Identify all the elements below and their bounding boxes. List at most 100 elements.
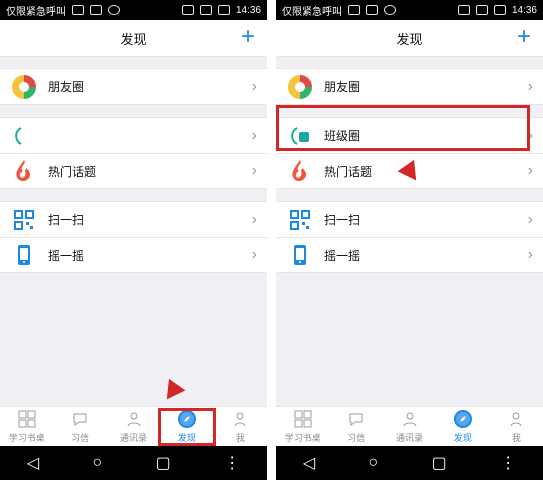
- group-3: 扫一扫 › 摇一摇 ›: [276, 201, 543, 273]
- tab-discover[interactable]: 发现: [436, 409, 489, 444]
- chevron-right-icon: ›: [251, 162, 257, 179]
- tab-label: 我: [511, 432, 521, 443]
- status-bar: 仅限紧急呼叫 14:36: [0, 0, 267, 20]
- page-title: 发现: [120, 31, 147, 47]
- status-left: 仅限紧急呼叫: [6, 3, 120, 18]
- add-button[interactable]: +: [241, 25, 255, 49]
- grid-icon: [294, 410, 312, 428]
- chevron-right-icon: ›: [527, 246, 533, 263]
- phone-shake-icon: [286, 241, 314, 269]
- moments-icon: [10, 73, 38, 101]
- notification-icon: [384, 5, 396, 15]
- person-icon: [401, 410, 419, 428]
- tab-contacts[interactable]: 通讯录: [383, 410, 436, 444]
- tab-study[interactable]: 学习书桌: [0, 410, 53, 444]
- chevron-right-icon: ›: [251, 77, 257, 95]
- screenshot-comparison: 仅限紧急呼叫 14:36 发现 + 朋友圈 › › 热门话题 › 扫一扫 › 摇…: [0, 0, 543, 480]
- tab-label: 习信: [71, 432, 90, 443]
- user-icon: [231, 410, 249, 428]
- qr-scan-icon: [286, 206, 314, 234]
- list-item[interactable]: 摇一摇 ›: [276, 237, 543, 272]
- group-1: 朋友圈 ›: [0, 68, 267, 105]
- android-nav-bar: ◁ ○ ▢ ⋮: [276, 446, 543, 480]
- tab-label: 习信: [347, 432, 366, 443]
- status-time: 14:36: [235, 4, 261, 16]
- android-nav-bar: ◁ ○ ▢ ⋮: [0, 446, 267, 480]
- tab-label: 通讯录: [120, 432, 148, 443]
- list-item-label: 朋友圈: [48, 80, 85, 94]
- moments-icon: [286, 73, 314, 101]
- tab-discover[interactable]: 发现: [158, 407, 217, 446]
- selection-box: [158, 407, 217, 446]
- list-item[interactable]: ›: [0, 118, 267, 153]
- bottom-tab-bar: 学习书桌 习信 通讯录 发现 我: [0, 406, 267, 446]
- carrier-text: 仅限紧急呼叫: [6, 6, 66, 18]
- list-item-label: 扫一扫: [324, 213, 361, 227]
- loading-icon: [10, 122, 38, 150]
- list-item-label: 班级圈: [324, 129, 361, 143]
- qr-scan-icon: [10, 206, 38, 234]
- list-item-label: 摇一摇: [48, 248, 85, 263]
- group-3: 扫一扫 › 摇一摇 ›: [0, 201, 267, 273]
- notification-icon: [90, 5, 102, 15]
- tab-messages[interactable]: 习信: [53, 410, 106, 444]
- status-right: 14:36: [457, 4, 537, 16]
- tab-study[interactable]: 学习书桌: [276, 410, 329, 444]
- fire-icon: [286, 157, 314, 185]
- fire-icon: [10, 157, 38, 185]
- list-item[interactable]: 朋友圈 ›: [0, 69, 267, 104]
- home-icon[interactable]: ○: [93, 454, 103, 472]
- tab-contacts[interactable]: 通讯录: [107, 410, 160, 444]
- notification-icon: [348, 5, 360, 15]
- list-item-label: 摇一摇: [324, 248, 361, 263]
- more-icon[interactable]: ⋮: [224, 453, 240, 473]
- list-item-label: 热门话题: [324, 164, 373, 179]
- status-right: 14:36: [181, 4, 261, 16]
- grid-icon: [18, 410, 36, 428]
- tab-messages[interactable]: 习信: [329, 410, 382, 444]
- top-app-bar: 发现 +: [0, 20, 267, 57]
- add-button[interactable]: +: [517, 25, 531, 49]
- battery-icon: [217, 5, 230, 15]
- back-icon[interactable]: ◁: [303, 453, 315, 473]
- page-title: 发现: [396, 31, 423, 47]
- group-1: 朋友圈 ›: [276, 68, 543, 105]
- class-circle-icon: [286, 122, 314, 150]
- chevron-right-icon: ›: [527, 210, 533, 228]
- chat-icon: [347, 410, 365, 428]
- tab-label: 学习书桌: [284, 432, 321, 443]
- more-icon[interactable]: ⋮: [500, 453, 516, 473]
- tab-me[interactable]: 我: [214, 410, 267, 444]
- group-2: › 热门话题 ›: [0, 117, 267, 189]
- list-item-label: 朋友圈: [324, 80, 361, 94]
- chevron-right-icon: ›: [251, 126, 257, 144]
- status-bar: 仅限紧急呼叫 14:36: [276, 0, 543, 20]
- list-item[interactable]: 摇一摇 ›: [0, 237, 267, 272]
- chevron-right-icon: ›: [527, 126, 533, 144]
- home-icon[interactable]: ○: [369, 454, 379, 472]
- bluetooth-icon: [457, 5, 470, 15]
- bluetooth-icon: [181, 5, 194, 15]
- tab-label: 我: [235, 432, 245, 443]
- recents-icon[interactable]: ▢: [432, 453, 447, 473]
- tab-label: 学习书桌: [8, 432, 45, 443]
- person-icon: [125, 410, 143, 428]
- notification-icon: [108, 5, 120, 15]
- back-icon[interactable]: ◁: [27, 453, 39, 473]
- chat-icon: [71, 410, 89, 428]
- chevron-right-icon: ›: [251, 210, 257, 228]
- list-item[interactable]: 热门话题 ›: [0, 153, 267, 188]
- list-item-label: 扫一扫: [48, 213, 85, 227]
- recents-icon[interactable]: ▢: [156, 453, 171, 473]
- status-time: 14:36: [511, 4, 537, 16]
- chevron-right-icon: ›: [527, 77, 533, 95]
- list-item[interactable]: 扫一扫 ›: [276, 202, 543, 237]
- battery-icon: [493, 5, 506, 15]
- chevron-right-icon: ›: [527, 162, 533, 179]
- phone-screen-left: 仅限紧急呼叫 14:36 发现 + 朋友圈 › › 热门话题 › 扫一扫 › 摇…: [0, 0, 267, 480]
- list-item[interactable]: 扫一扫 ›: [0, 202, 267, 237]
- list-item[interactable]: 朋友圈 ›: [276, 69, 543, 104]
- tab-me[interactable]: 我: [490, 410, 543, 444]
- tab-label: 通讯录: [396, 432, 424, 443]
- list-item[interactable]: 班级圈 ›: [276, 118, 543, 153]
